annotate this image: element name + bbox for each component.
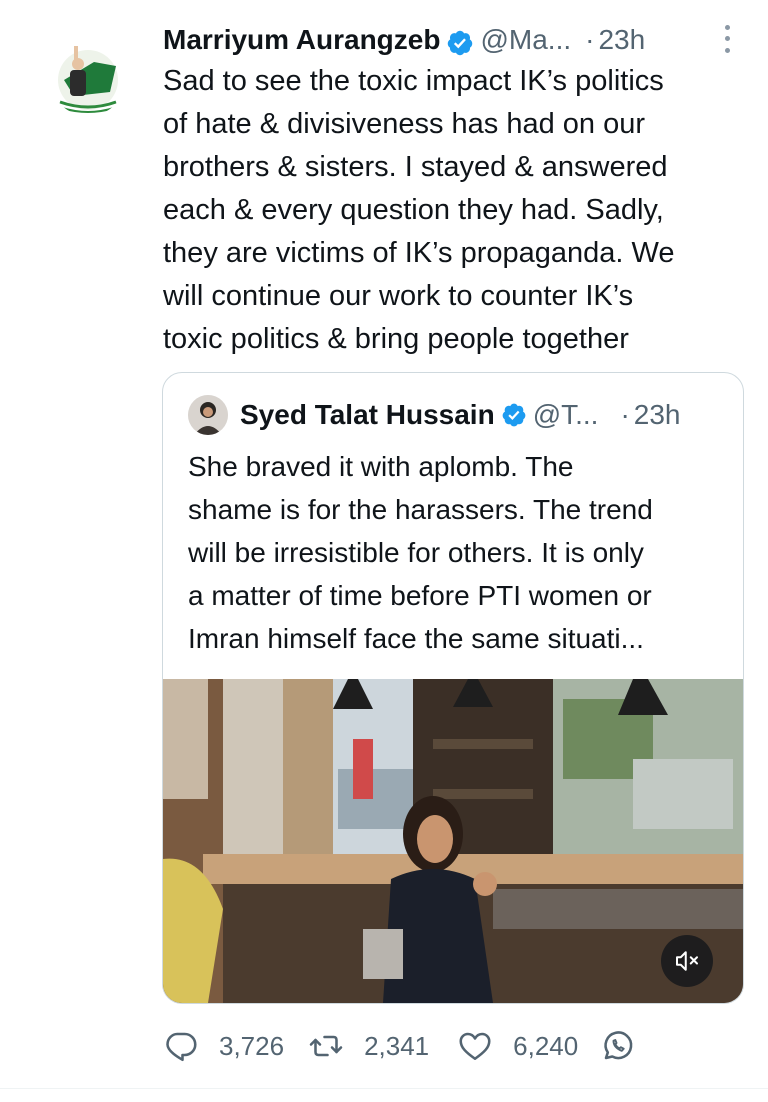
quoted-header-separator: ·: [620, 399, 630, 430]
quoted-tweet-text: She braved it with aplomb. The shame is …: [188, 445, 728, 660]
verified-badge-icon: [446, 26, 474, 56]
video-frame: [163, 679, 743, 1003]
quoted-video-player[interactable]: [163, 679, 743, 1003]
tweet-actions: 3,726 2,341 6,240: [163, 1026, 636, 1066]
tweet-text-line: each & every question they had. Sadly,: [163, 194, 664, 226]
quoted-tweet-timestamp[interactable]: 23h: [634, 399, 681, 431]
tweet[interactable]: Marriyum Aurangzeb @Ma... · 23h Sad to s…: [0, 0, 768, 1102]
reply-button[interactable]: 3,726: [163, 1028, 308, 1064]
retweet-icon: [309, 1035, 343, 1057]
reply-icon: [166, 1032, 197, 1062]
tweet-text-line: of hate & divisiveness has had on our: [163, 108, 646, 140]
tweet-text: Sad to see the toxic impact IK’s politic…: [163, 60, 743, 361]
quoted-author-handle[interactable]: @T...: [533, 399, 599, 431]
whatsapp-share-button[interactable]: [600, 1028, 636, 1064]
author-name[interactable]: Marriyum Aurangzeb: [163, 18, 440, 62]
quoted-tweet-header: Syed Talat Hussain @T... · 23h: [188, 395, 681, 435]
heart-icon: [459, 1032, 491, 1061]
reply-count: 3,726: [219, 1030, 285, 1061]
more-options-icon[interactable]: [716, 22, 738, 56]
retweet-button[interactable]: 2,341: [308, 1028, 457, 1064]
header-separator: ·: [585, 24, 595, 55]
tweet-text-line: Sad to see the toxic impact IK’s politic…: [163, 65, 664, 97]
verified-badge-icon: [501, 402, 527, 428]
quoted-text-line: a matter of time before PTI women or: [188, 580, 652, 611]
tweet-header: Marriyum Aurangzeb @Ma... · 23h: [163, 18, 743, 62]
quoted-tweet-card[interactable]: Syed Talat Hussain @T... · 23h She brave…: [162, 372, 744, 1004]
like-count: 6,240: [513, 1030, 579, 1061]
quoted-text-line: She braved it with aplomb. The: [188, 451, 574, 482]
retweet-count: 2,341: [364, 1030, 430, 1061]
quoted-author-name[interactable]: Syed Talat Hussain: [240, 399, 495, 431]
volume-muted-icon[interactable]: [661, 935, 713, 987]
quoted-text-line: will be irresistible for others. It is o…: [188, 537, 644, 568]
tweet-divider: [0, 1088, 768, 1089]
whatsapp-share-icon: [604, 1031, 633, 1060]
author-avatar-image: [58, 46, 118, 113]
quoted-author-avatar[interactable]: [188, 395, 228, 435]
quoted-text-line: shame is for the harassers. The trend: [188, 494, 653, 525]
tweet-text-line: they are victims of IK’s propaganda. We: [163, 237, 675, 269]
tweet-text-line: toxic politics & bring people together: [163, 323, 629, 355]
author-avatar[interactable]: [50, 40, 126, 116]
tweet-text-line: will continue our work to counter IK’s: [163, 280, 634, 312]
quoted-text-line: Imran himself face the same situati...: [188, 623, 644, 654]
author-handle[interactable]: @Ma...: [480, 18, 571, 62]
like-button[interactable]: 6,240: [457, 1028, 600, 1064]
tweet-text-line: brothers & sisters. I stayed & answered: [163, 151, 668, 183]
tweet-timestamp[interactable]: 23h: [598, 18, 645, 62]
